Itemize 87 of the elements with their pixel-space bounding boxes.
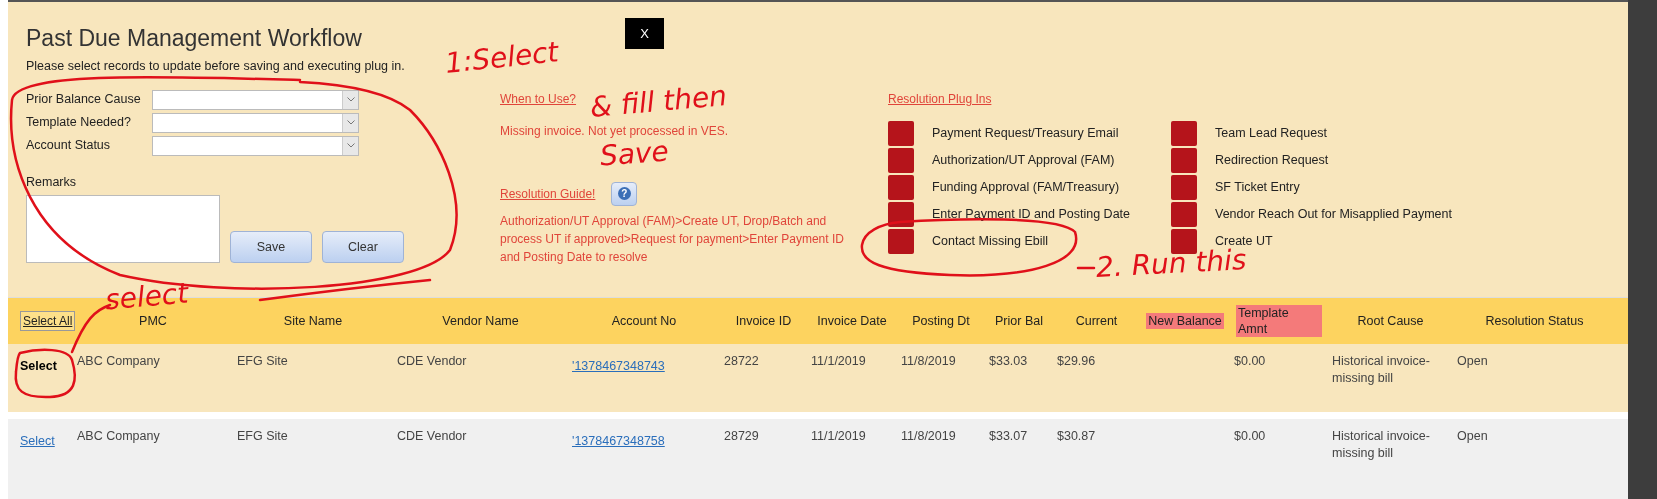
help-button[interactable]: ?: [611, 181, 638, 206]
table-row[interactable]: Select ABC Company EFG Site CDE Vendor '1378467348758 28729 11/1/2019 11/8/2019 $33.07 $30.87 $0.00 Historical invoice-missing bill Open: [8, 419, 1628, 499]
column-header: Site Name: [283, 313, 343, 329]
table-cell-text: Open: [1457, 428, 1489, 445]
dropdown-field[interactable]: [152, 112, 359, 133]
column-header: Invoice Date: [817, 313, 887, 329]
resolution-guide-text: Authorization/UT Approval (FAM)>Create UT, Drop/Batch and process UT if approved>Request for payment>Enter Payment ID and Posting Date to resolve: [500, 212, 845, 266]
table-cell-text: $33.07: [989, 428, 1029, 445]
remarks-label: Remarks: [26, 173, 76, 191]
instruction-text: Please select records to update before saving and executing plug in.: [26, 57, 405, 75]
table-cell-text: ABC Company: [77, 428, 161, 445]
handwritten-note: 2. Run this: [1095, 246, 1248, 282]
table-row[interactable]: Select ABC Company EFG Site CDE Vendor '1378467348743 28722 11/1/2019 11/8/2019 $33.03 $29.96 $0.00 Historical invoice-missing bill Open: [8, 344, 1628, 412]
table-cell-text: EFG Site: [237, 428, 289, 445]
plug-ins-heading: Resolution Plug Ins: [888, 90, 992, 108]
column-header: Root Cause: [1357, 313, 1424, 329]
select-link[interactable]: Select: [20, 434, 55, 448]
table-cell-text: CDE Vendor: [397, 428, 468, 445]
table-cell-text: $33.03: [989, 353, 1029, 370]
table-cell-text: Historical invoice-missing bill: [1332, 353, 1431, 387]
table-cell-text: 28722: [724, 353, 760, 370]
table-cell-text: ABC Company: [77, 353, 161, 370]
handwritten-note: 1:Select: [443, 38, 560, 78]
plug-in-label: Vendor Reach Out for Misapplied Payment: [1215, 206, 1452, 224]
plug-in-button[interactable]: [1171, 148, 1197, 173]
column-header: Account No: [611, 313, 677, 329]
plug-in-button[interactable]: [1171, 202, 1197, 227]
table-cell-text: $0.00: [1234, 353, 1267, 370]
table-cell-text: 28729: [724, 428, 760, 445]
field-label: Template Needed?: [26, 114, 132, 132]
when-to-use-text: Missing invoice. Not yet processed in VES.: [500, 122, 729, 140]
table-cell-text: CDE Vendor: [397, 353, 468, 370]
save-button[interactable]: Save: [230, 231, 312, 264]
field-label: Account Status: [26, 137, 112, 155]
remarks-field[interactable]: [26, 195, 220, 264]
handwritten-note: & fill then: [589, 82, 728, 122]
select-all-button[interactable]: Select All: [20, 311, 76, 331]
table-cell-text: 11/8/2019: [901, 353, 957, 370]
plug-in-label: Funding Approval (FAM/Treasury): [932, 179, 1120, 197]
plug-in-label: Enter Payment ID and Posting Date: [932, 206, 1131, 224]
account-link[interactable]: '1378467348743: [572, 359, 665, 373]
select-link[interactable]: Select: [20, 359, 57, 373]
handwritten-note: Save: [599, 137, 670, 171]
dropdown-field[interactable]: [152, 135, 359, 156]
help-icon: ?: [617, 187, 631, 200]
column-header: Vendor Name: [442, 313, 519, 329]
chevron-down-icon: [346, 120, 355, 125]
column-header: Resolution Status: [1485, 313, 1584, 329]
field-label: Prior Balance Cause: [26, 91, 142, 109]
column-header: Current: [1075, 313, 1118, 329]
column-header: Template Amnt: [1236, 305, 1322, 337]
table-cell-text: $0.00: [1234, 428, 1267, 445]
table-cell-text: 11/1/2019: [811, 353, 867, 370]
table-cell-text: $30.87: [1057, 428, 1097, 445]
plug-in-button[interactable]: [888, 229, 914, 254]
plug-in-button[interactable]: [888, 148, 914, 173]
column-header: New Balance: [1146, 313, 1224, 329]
column-header: PMC: [139, 313, 167, 329]
table-cell-text: Historical invoice-missing bill: [1332, 428, 1431, 462]
table-cell-text: EFG Site: [237, 353, 289, 370]
table-cell-text: 11/8/2019: [901, 428, 957, 445]
column-header: Invoice ID: [735, 313, 792, 329]
plug-in-label: Payment Request/Treasury Email: [932, 125, 1119, 143]
chevron-down-icon: [346, 143, 355, 148]
plug-in-label: Redirection Request: [1215, 152, 1329, 170]
clear-button[interactable]: Clear: [322, 231, 404, 264]
handwritten-note: select: [103, 279, 190, 315]
plug-in-button[interactable]: [1171, 175, 1197, 200]
table-cell-text: Open: [1457, 353, 1489, 370]
column-header: Posting Dt: [912, 313, 970, 329]
plug-in-button[interactable]: [888, 121, 914, 146]
close-button[interactable]: X: [625, 18, 664, 49]
plug-in-label: Contact Missing Ebill: [932, 233, 1048, 251]
plug-in-label: Authorization/UT Approval (FAM): [932, 152, 1115, 170]
dropdown-field[interactable]: [152, 89, 359, 110]
plug-in-label: SF Ticket Entry: [1215, 179, 1300, 197]
account-link[interactable]: '1378467348758: [572, 434, 665, 448]
plug-in-label: Create UT: [1215, 233, 1273, 249]
plug-in-label: Team Lead Request: [1215, 125, 1327, 143]
chevron-down-icon: [346, 97, 355, 102]
table-cell-text: 11/1/2019: [811, 428, 867, 445]
table-cell-text: $29.96: [1057, 353, 1097, 370]
plug-in-button[interactable]: [888, 175, 914, 200]
annotation-line: [1076, 266, 1096, 270]
plug-in-button[interactable]: [1171, 121, 1197, 146]
column-header: Prior Bal: [995, 313, 1043, 329]
plug-in-button[interactable]: [1171, 229, 1197, 254]
